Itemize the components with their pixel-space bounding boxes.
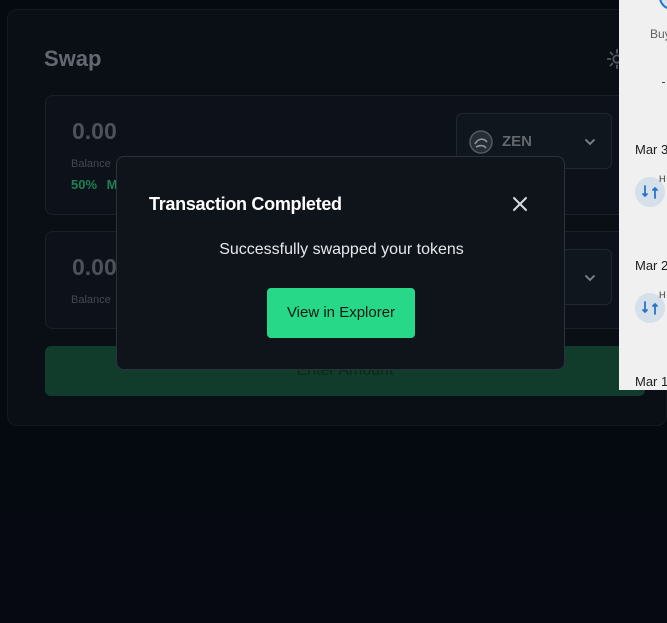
view-in-explorer-button[interactable]: View in Explorer xyxy=(267,288,415,338)
modal-title: Transaction Completed xyxy=(149,194,342,214)
transaction-completed-modal: Transaction Completed Successfully swapp… xyxy=(116,156,565,370)
modal-message: Successfully swapped your tokens xyxy=(219,241,464,258)
close-icon[interactable] xyxy=(511,195,529,213)
